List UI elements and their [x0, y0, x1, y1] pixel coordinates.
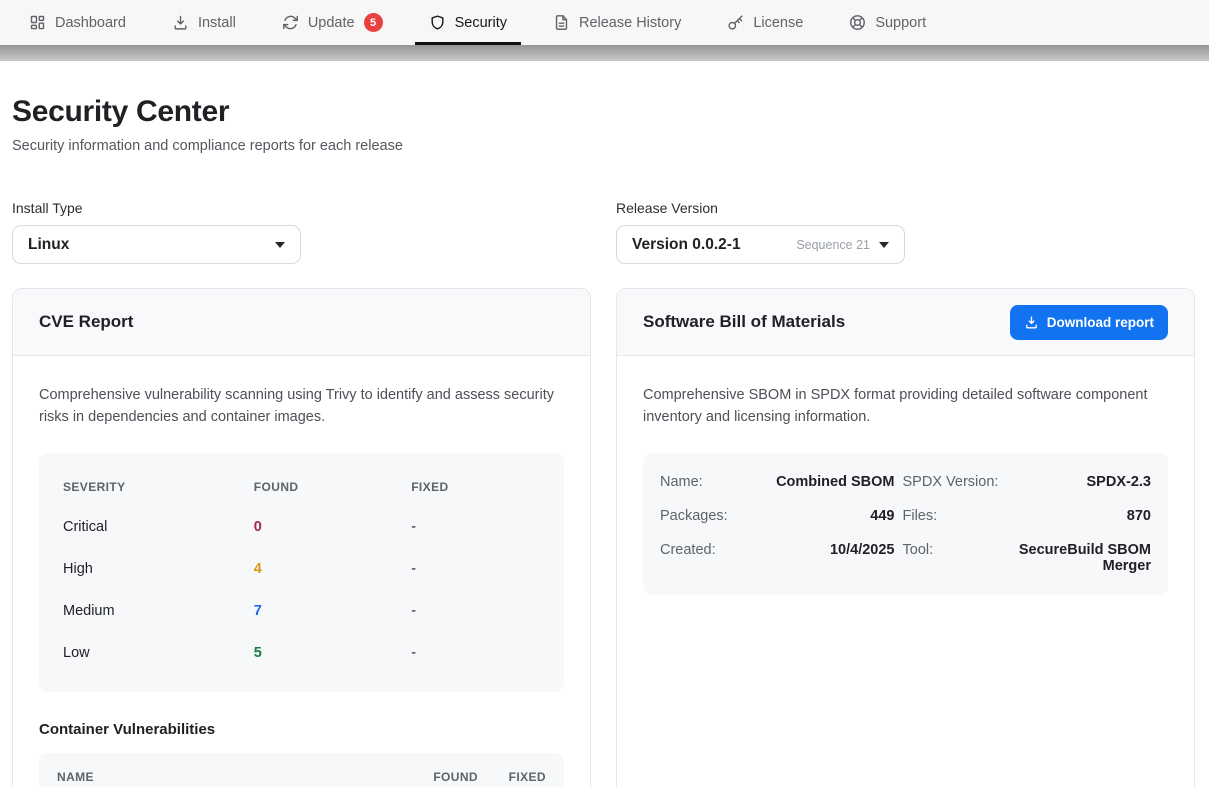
- found-col-header: FOUND: [426, 770, 478, 784]
- nav-item-support[interactable]: Support: [835, 0, 940, 45]
- severity-table: SEVERITY FOUND FIXED Critical 0 - High 4…: [39, 453, 564, 692]
- sbom-detail-value: Combined SBOM: [760, 465, 895, 499]
- page-subtitle: Security information and compliance repo…: [12, 138, 1195, 154]
- download-report-label: Download report: [1047, 315, 1154, 330]
- report-cards: CVE Report Comprehensive vulnerability s…: [12, 288, 1195, 787]
- fixed-col-header: FIXED: [411, 480, 540, 494]
- nav-item-label: Security: [455, 15, 507, 31]
- sbom-detail-label: Packages:: [660, 499, 752, 533]
- table-row: Medium 7 -: [63, 590, 540, 632]
- release-history-icon: [553, 14, 570, 31]
- release-version-value: Version 0.0.2-1: [632, 236, 741, 254]
- sbom-detail-value: 870: [1017, 499, 1152, 533]
- severity-col-header: SEVERITY: [63, 480, 254, 494]
- main-content: Security Center Security information and…: [0, 95, 1209, 787]
- top-navigation: Dashboard Install Update 5 Security: [0, 0, 1209, 45]
- nav-item-security[interactable]: Security: [415, 0, 521, 45]
- sbom-detail-value: SecureBuild SBOM Merger: [1017, 533, 1152, 583]
- install-type-select[interactable]: Linux: [12, 225, 301, 264]
- chevron-down-icon: [275, 242, 285, 248]
- severity-name: High: [63, 561, 254, 577]
- severity-name: Medium: [63, 603, 254, 619]
- cve-description: Comprehensive vulnerability scanning usi…: [39, 385, 559, 428]
- fixed-count: -: [411, 645, 540, 661]
- sbom-detail-label: Files:: [903, 499, 1009, 533]
- nav-item-license[interactable]: License: [713, 0, 817, 45]
- nav-item-dashboard[interactable]: Dashboard: [15, 0, 140, 45]
- table-row: Low 5 -: [63, 632, 540, 674]
- nav-item-label: Update: [308, 15, 355, 31]
- filters-row: Install Type Linux Release Version Versi…: [12, 200, 1195, 264]
- support-icon: [849, 14, 866, 31]
- security-icon: [429, 14, 446, 31]
- fixed-count: -: [411, 561, 540, 577]
- nav-item-label: Release History: [579, 15, 681, 31]
- sbom-detail-label: SPDX Version:: [903, 465, 1009, 499]
- sbom-card-body: Comprehensive SBOM in SPDX format provid…: [617, 356, 1194, 621]
- cve-card-title: CVE Report: [39, 312, 133, 332]
- severity-name: Low: [63, 645, 254, 661]
- table-row: High 4 -: [63, 548, 540, 590]
- cve-card-header: CVE Report: [13, 289, 590, 356]
- install-type-value: Linux: [28, 236, 69, 254]
- nav-item-update[interactable]: Update 5: [268, 0, 397, 45]
- update-icon: [282, 14, 299, 31]
- nav-item-release-history[interactable]: Release History: [539, 0, 695, 45]
- severity-name: Critical: [63, 519, 254, 535]
- sbom-card-header: Software Bill of Materials Download repo…: [617, 289, 1194, 356]
- nav-item-label: Install: [198, 15, 236, 31]
- container-vulnerabilities-title: Container Vulnerabilities: [39, 721, 564, 738]
- severity-table-header: SEVERITY FOUND FIXED: [63, 466, 540, 506]
- install-icon: [172, 14, 189, 31]
- fixed-count: -: [411, 519, 540, 535]
- license-icon: [727, 14, 744, 31]
- nav-item-install[interactable]: Install: [158, 0, 250, 45]
- install-type-filter: Install Type Linux: [12, 200, 591, 264]
- release-version-filter: Release Version Version 0.0.2-1 Sequence…: [616, 200, 1195, 264]
- release-version-label: Release Version: [616, 200, 1195, 216]
- name-col-header: NAME: [57, 770, 426, 784]
- container-vulnerabilities-table-header: NAME FOUND FIXED: [39, 753, 564, 787]
- found-col-header: FOUND: [254, 480, 411, 494]
- table-row: Critical 0 -: [63, 506, 540, 548]
- page-title: Security Center: [12, 95, 1195, 129]
- found-count: 0: [254, 519, 411, 535]
- found-count: 7: [254, 603, 411, 619]
- found-count: 5: [254, 645, 411, 661]
- sbom-description: Comprehensive SBOM in SPDX format provid…: [643, 385, 1163, 428]
- sbom-details-grid: Name: Combined SBOM SPDX Version: SPDX-2…: [643, 453, 1168, 595]
- cve-report-card: CVE Report Comprehensive vulnerability s…: [12, 288, 591, 787]
- release-version-select[interactable]: Version 0.0.2-1 Sequence 21: [616, 225, 905, 264]
- sbom-detail-value: 449: [760, 499, 895, 533]
- chevron-down-icon: [879, 242, 889, 248]
- sbom-detail-value: SPDX-2.3: [1017, 465, 1152, 499]
- release-sequence-label: Sequence 21: [796, 238, 870, 252]
- install-type-label: Install Type: [12, 200, 591, 216]
- download-icon: [1024, 315, 1039, 330]
- fixed-col-header: FIXED: [502, 770, 546, 784]
- sbom-detail-label: Name:: [660, 465, 752, 499]
- dashboard-icon: [29, 14, 46, 31]
- nav-item-label: Dashboard: [55, 15, 126, 31]
- fixed-count: -: [411, 603, 540, 619]
- cve-card-body: Comprehensive vulnerability scanning usi…: [13, 356, 590, 787]
- download-report-button[interactable]: Download report: [1010, 305, 1168, 340]
- sbom-detail-value: 10/4/2025: [760, 533, 895, 583]
- update-count-badge: 5: [364, 13, 383, 32]
- sbom-card: Software Bill of Materials Download repo…: [616, 288, 1195, 787]
- nav-item-label: Support: [875, 15, 926, 31]
- sbom-detail-label: Tool:: [903, 533, 1009, 583]
- sbom-detail-label: Created:: [660, 533, 752, 583]
- sbom-card-title: Software Bill of Materials: [643, 312, 845, 332]
- found-count: 4: [254, 561, 411, 577]
- nav-item-label: License: [753, 15, 803, 31]
- scroll-shadow-band: [0, 45, 1209, 61]
